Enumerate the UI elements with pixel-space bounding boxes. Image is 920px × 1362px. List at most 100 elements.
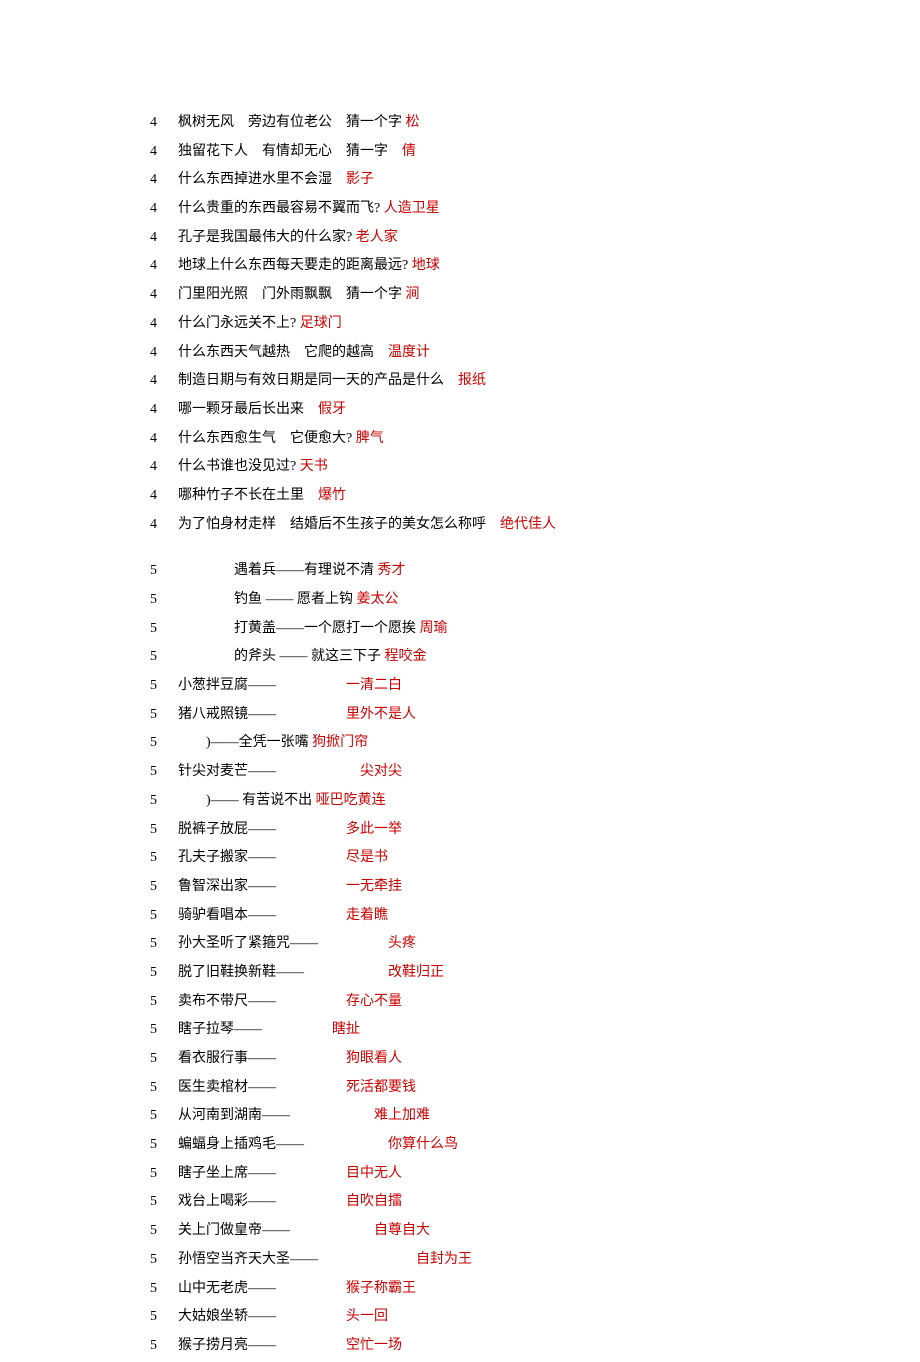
answer-text: 脾气 xyxy=(356,431,384,446)
riddle-line: 4什么书谁也没见过? 天书 xyxy=(150,454,920,479)
question-text: 山中无老虎—— xyxy=(178,1281,346,1296)
answer-text: 猴子称霸王 xyxy=(346,1281,416,1296)
riddle-line: 5从河南到湖南—— 难上加难 xyxy=(150,1103,920,1128)
line-number: 5 xyxy=(150,587,178,612)
line-number: 4 xyxy=(150,167,178,192)
answer-text: 走着瞧 xyxy=(346,908,388,923)
question-text: 戏台上喝彩—— xyxy=(178,1194,346,1209)
question-text: 骑驴看唱本—— xyxy=(178,908,346,923)
answer-text: 天书 xyxy=(300,459,328,474)
answer-text: 一无牵挂 xyxy=(346,879,402,894)
answer-text: 程咬金 xyxy=(385,649,427,664)
line-number: 5 xyxy=(150,1247,178,1272)
line-number: 4 xyxy=(150,225,178,250)
answer-text: 自尊自大 xyxy=(374,1223,430,1238)
riddle-line: 5看衣服行事—— 狗眼看人 xyxy=(150,1046,920,1071)
riddle-line: 5大姑娘坐轿—— 头一回 xyxy=(150,1304,920,1329)
question-text: 孔子是我国最伟大的什么家? xyxy=(178,230,356,245)
question-text: 脱裤子放屁—— xyxy=(178,822,346,837)
riddle-line: 5孙悟空当齐天大圣—— 自封为王 xyxy=(150,1247,920,1272)
riddle-line: 5猴子捞月亮—— 空忙一场 xyxy=(150,1333,920,1358)
line-number: 5 xyxy=(150,702,178,727)
line-number: 5 xyxy=(150,1189,178,1214)
answer-text: 你算什么鸟 xyxy=(388,1137,458,1152)
riddle-line: 5针尖对麦芒—— 尖对尖 xyxy=(150,759,920,784)
riddle-line: 4什么贵重的东西最容易不翼而飞? 人造卫星 xyxy=(150,196,920,221)
blank-line xyxy=(150,540,920,558)
answer-text: 难上加难 xyxy=(374,1108,430,1123)
line-number: 5 xyxy=(150,759,178,784)
riddle-line: 4什么东西掉进水里不会湿 影子 xyxy=(150,167,920,192)
line-number: 4 xyxy=(150,110,178,135)
answer-text: 死活都要钱 xyxy=(346,1080,416,1095)
riddle-line: 5 钓鱼 —— 愿者上钩 姜太公 xyxy=(150,587,920,612)
question-text: 什么东西愈生气 它便愈大? xyxy=(178,431,356,446)
line-number: 5 xyxy=(150,1103,178,1128)
question-text: 钓鱼 —— 愿者上钩 xyxy=(178,592,357,607)
question-text: 打黄盖——一个愿打一个愿挨 xyxy=(178,621,420,636)
answer-text: 报纸 xyxy=(458,373,486,388)
answer-text: 假牙 xyxy=(318,402,346,417)
line-number: 5 xyxy=(150,989,178,1014)
line-number: 5 xyxy=(150,1017,178,1042)
question-text: 哪一颗牙最后长出来 xyxy=(178,402,318,417)
line-number: 5 xyxy=(150,1046,178,1071)
riddle-line: 4哪一颗牙最后长出来 假牙 xyxy=(150,397,920,422)
riddle-line: 5 打黄盖——一个愿打一个愿挨 周瑜 xyxy=(150,616,920,641)
question-text: 孙大圣听了紧箍咒—— xyxy=(178,936,388,951)
line-number: 4 xyxy=(150,454,178,479)
riddle-line: 5脱了旧鞋换新鞋—— 改鞋归正 xyxy=(150,960,920,985)
line-number: 4 xyxy=(150,426,178,451)
answer-text: 姜太公 xyxy=(357,592,399,607)
question-text: 什么门永远关不上? xyxy=(178,316,300,331)
riddle-line: 4枫树无风 旁边有位老公 猜一个字 松 xyxy=(150,110,920,135)
riddle-line: 5 )—— 有苦说不出 哑巴吃黄连 xyxy=(150,788,920,813)
riddle-line: 4什么东西愈生气 它便愈大? 脾气 xyxy=(150,426,920,451)
question-text: 大姑娘坐轿—— xyxy=(178,1309,346,1324)
answer-text: 改鞋归正 xyxy=(388,965,444,980)
question-text: 瞎子坐上席—— xyxy=(178,1166,346,1181)
answer-text: 温度计 xyxy=(388,345,430,360)
question-text: 小葱拌豆腐—— xyxy=(178,678,346,693)
question-text: 医生卖棺材—— xyxy=(178,1080,346,1095)
question-text: 蝙蝠身上插鸡毛—— xyxy=(178,1137,388,1152)
question-text: 看衣服行事—— xyxy=(178,1051,346,1066)
answer-text: 足球门 xyxy=(300,316,342,331)
riddle-line: 5脱裤子放屁—— 多此一举 xyxy=(150,817,920,842)
answer-text: 头一回 xyxy=(346,1309,388,1324)
line-number: 4 xyxy=(150,397,178,422)
question-text: 卖布不带尺—— xyxy=(178,994,346,1009)
question-text: 猴子捞月亮—— xyxy=(178,1338,346,1353)
line-number: 4 xyxy=(150,196,178,221)
question-text: 猪八戒照镜—— xyxy=(178,707,346,722)
question-text: )——全凭一张嘴 xyxy=(178,735,312,750)
line-number: 5 xyxy=(150,1304,178,1329)
question-text: 关上门做皇帝—— xyxy=(178,1223,374,1238)
line-number: 5 xyxy=(150,616,178,641)
line-number: 5 xyxy=(150,817,178,842)
line-number: 5 xyxy=(150,1276,178,1301)
line-number: 5 xyxy=(150,558,178,583)
line-number: 4 xyxy=(150,340,178,365)
line-number: 5 xyxy=(150,788,178,813)
answer-text: 涧 xyxy=(406,287,420,302)
answer-text: 绝代佳人 xyxy=(500,517,556,532)
question-text: 独留花下人 有情却无心 猜一字 xyxy=(178,144,402,159)
riddle-line: 5猪八戒照镜—— 里外不是人 xyxy=(150,702,920,727)
answer-text: 多此一举 xyxy=(346,822,402,837)
question-text: 鲁智深出家—— xyxy=(178,879,346,894)
line-number: 5 xyxy=(150,845,178,870)
question-text: 从河南到湖南—— xyxy=(178,1108,374,1123)
question-text: 遇着兵——有理说不清 xyxy=(178,563,378,578)
line-number: 5 xyxy=(150,1075,178,1100)
answer-text: 哑巴吃黄连 xyxy=(316,793,386,808)
riddle-line: 4独留花下人 有情却无心 猜一字 倩 xyxy=(150,139,920,164)
line-number: 5 xyxy=(150,673,178,698)
question-text: 的斧头 —— 就这三下子 xyxy=(178,649,385,664)
question-text: 门里阳光照 门外雨飘飘 猜一个字 xyxy=(178,287,406,302)
answer-text: 头疼 xyxy=(388,936,416,951)
answer-text: 影子 xyxy=(346,172,374,187)
answer-text: 自吹自擂 xyxy=(346,1194,402,1209)
riddle-line: 5蝙蝠身上插鸡毛—— 你算什么鸟 xyxy=(150,1132,920,1157)
riddle-line: 5小葱拌豆腐—— 一清二白 xyxy=(150,673,920,698)
